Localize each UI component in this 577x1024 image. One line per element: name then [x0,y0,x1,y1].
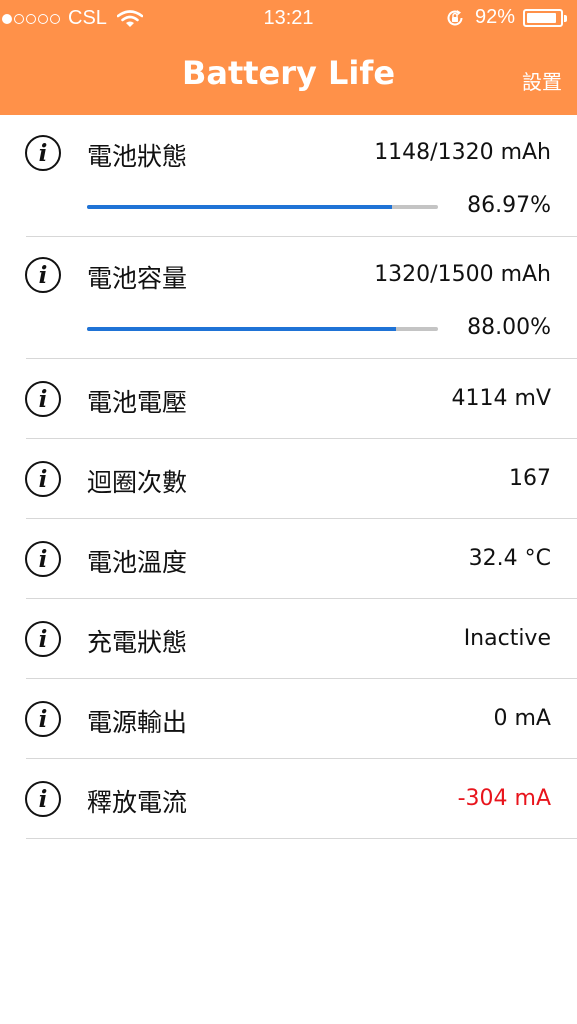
progress-fill [87,205,393,209]
battery-fill [527,12,557,23]
list-item: i 迴圈次數 167 [0,439,577,519]
row-value: 32.4 °C [468,546,551,571]
row-percent: 88.00% [467,315,551,340]
row-percent: 86.97% [467,193,551,218]
rotation-lock-icon [447,9,463,25]
progress-bar [87,205,438,209]
info-icon[interactable]: i [25,701,61,737]
row-value: 1320/1500 mAh [374,262,551,287]
battery-tip [564,14,567,22]
row-label: 電池溫度 [87,548,188,577]
row-value: 167 [509,466,551,491]
info-icon[interactable]: i [25,135,61,171]
progress-bar [87,327,438,331]
nav-header: CSL 13:21 92% Battery Life 設置 [0,0,577,115]
info-icon[interactable]: i [25,381,61,417]
info-icon[interactable]: i [25,257,61,293]
row-label: 釋放電流 [87,788,188,817]
row-value: 0 mA [493,706,551,731]
list-item: i 電池溫度 32.4 °C [0,519,577,599]
page-title: Battery Life [181,54,396,92]
battery-percent: 92% [474,6,515,28]
status-bar: CSL 13:21 92% [0,0,577,36]
info-icon[interactable]: i [25,781,61,817]
info-icon[interactable]: i [25,461,61,497]
list-item: i 電池容量 1320/1500 mAh 88.00% [0,237,577,359]
settings-button[interactable]: 設置 [522,66,562,95]
info-icon[interactable]: i [25,541,61,577]
row-divider [26,838,577,839]
row-label: 電池狀態 [87,142,188,171]
list-item: i 電池狀態 1148/1320 mAh 86.97% [0,115,577,237]
row-label: 電池容量 [87,264,188,293]
status-right: 92% [445,6,567,29]
row-label: 電源輸出 [87,708,188,737]
row-label: 電池電壓 [87,388,188,417]
list-item: i 電源輸出 0 mA [0,679,577,759]
list-item: i 充電狀態 Inactive [0,599,577,679]
battery-info-list: i 電池狀態 1148/1320 mAh 86.97% i 電池容量 1320/1500 m… [0,115,577,839]
info-icon[interactable]: i [25,621,61,657]
row-value: Inactive [463,626,551,651]
progress-fill [87,327,396,331]
list-item: i 電池電壓 4114 mV [0,359,577,439]
row-value: -304 mA [457,786,551,811]
row-value: 1148/1320 mAh [374,140,551,165]
row-label: 迴圈次數 [87,468,188,497]
list-item: i 釋放電流 -304 mA [0,759,577,839]
row-value: 4114 mV [451,386,551,411]
battery-icon [523,8,567,27]
row-label: 充電狀態 [87,628,188,657]
